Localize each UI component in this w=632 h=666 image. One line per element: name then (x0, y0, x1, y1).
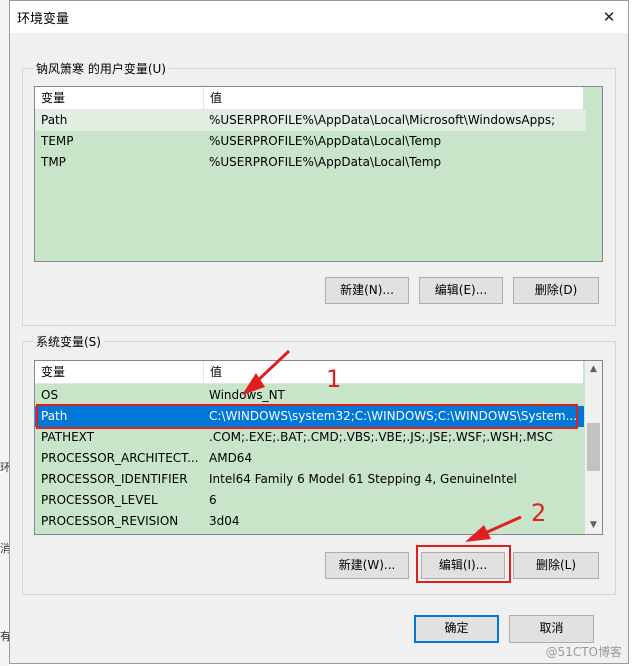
user-edit-button[interactable]: 编辑(E)... (419, 277, 503, 304)
user-variables-list[interactable]: 变量 值 Path %USERPROFILE%\AppData\Local\Mi… (34, 86, 603, 262)
scroll-down-icon[interactable]: ▼ (585, 517, 602, 534)
ok-button[interactable]: 确定 (414, 615, 499, 643)
system-variables-label: 系统变量(S) (33, 333, 104, 350)
column-header-value[interactable]: 值 (203, 87, 583, 109)
user-variable-row-path[interactable]: Path %USERPROFILE%\AppData\Local\Microso… (35, 110, 586, 131)
variable-name: PROCESSOR_ARCHITECT... (41, 451, 199, 465)
close-icon[interactable]: ✕ (596, 5, 622, 29)
dialog-title: 环境变量 (17, 12, 70, 27)
variable-value: 3d04 (209, 514, 240, 528)
system-variable-row-processor-level[interactable]: PROCESSOR_LEVEL 6 (35, 490, 584, 511)
cancel-button[interactable]: 取消 (509, 615, 594, 643)
user-variables-header: 变量 值 (35, 87, 583, 110)
variable-value: .COM;.EXE;.BAT;.CMD;.VBS;.VBE;.JS;.JSE;.… (209, 430, 553, 444)
variable-value: AMD64 (209, 451, 253, 465)
variable-value: 6 (209, 493, 217, 507)
watermark: @51CTO博客 (545, 645, 622, 659)
system-variable-row-os[interactable]: OS Windows_NT (35, 385, 584, 406)
variable-name: Path (41, 409, 68, 423)
system-variable-row-processor-identifier[interactable]: PROCESSOR_IDENTIFIER Intel64 Family 6 Mo… (35, 469, 584, 490)
user-new-button[interactable]: 新建(N)... (325, 277, 409, 304)
variable-name: PATHEXT (41, 430, 95, 444)
user-variable-row-tmp[interactable]: TMP %USERPROFILE%\AppData\Local\Temp (35, 152, 586, 173)
variable-name: TEMP (41, 134, 74, 148)
system-variable-row-processor-architecture[interactable]: PROCESSOR_ARCHITECT... AMD64 (35, 448, 584, 469)
system-delete-button[interactable]: 删除(L) (513, 552, 599, 579)
system-variables-scrollbar[interactable]: ▲ ▼ (585, 361, 602, 534)
variable-value: Intel64 Family 6 Model 61 Stepping 4, Ge… (209, 472, 517, 486)
annotation-number-2: 2 (531, 499, 547, 527)
variable-value: C:\WINDOWS\system32;C:\WINDOWS;C:\WINDOW… (209, 409, 578, 423)
variable-value: %USERPROFILE%\AppData\Local\Temp (209, 155, 442, 169)
user-variables-label: 钠风箫寒 的用户变量(U) (33, 60, 169, 77)
column-header-variable[interactable]: 变量 (35, 361, 203, 383)
environment-variables-dialog: 环境变量 ✕ 钠风箫寒 的用户变量(U) 变量 值 Path %USERPROF… (9, 0, 629, 664)
system-variable-row-path-selected[interactable]: Path C:\WINDOWS\system32;C:\WINDOWS;C:\W… (35, 406, 584, 427)
system-variable-row-processor-revision[interactable]: PROCESSOR_REVISION 3d04 (35, 511, 584, 532)
column-header-value[interactable]: 值 (203, 361, 583, 383)
variable-name: OS (41, 388, 59, 402)
annotation-number-1: 1 (326, 365, 342, 393)
user-variable-row-temp[interactable]: TEMP %USERPROFILE%\AppData\Local\Temp (35, 131, 586, 152)
scroll-up-icon[interactable]: ▲ (585, 361, 602, 378)
system-variable-row-pathext[interactable]: PATHEXT .COM;.EXE;.BAT;.CMD;.VBS;.VBE;.J… (35, 427, 584, 448)
background-window-edge: 环 消 有 (0, 0, 11, 666)
system-new-button[interactable]: 新建(W)... (325, 552, 409, 579)
user-delete-button[interactable]: 删除(D) (513, 277, 599, 304)
system-variables-list[interactable]: 变量 值 OS Windows_NT Path C:\WINDOWS\syste… (34, 360, 603, 535)
title-bar: 环境变量 ✕ (10, 1, 628, 33)
column-header-variable[interactable]: 变量 (35, 87, 203, 109)
variable-value: %USERPROFILE%\AppData\Local\Temp (209, 134, 442, 148)
variable-name: PROCESSOR_IDENTIFIER (41, 472, 188, 486)
variable-name: TMP (41, 155, 66, 169)
variable-value: %USERPROFILE%\AppData\Local\Microsoft\Wi… (209, 113, 556, 127)
scrollbar-thumb[interactable] (587, 423, 600, 471)
variable-name: PROCESSOR_REVISION (41, 514, 179, 528)
variable-name: PROCESSOR_LEVEL (41, 493, 158, 507)
variable-value: Windows_NT (209, 388, 285, 402)
system-variables-header: 变量 值 (35, 361, 583, 384)
variable-name: Path (41, 113, 68, 127)
system-edit-button[interactable]: 编辑(I)... (421, 552, 505, 579)
